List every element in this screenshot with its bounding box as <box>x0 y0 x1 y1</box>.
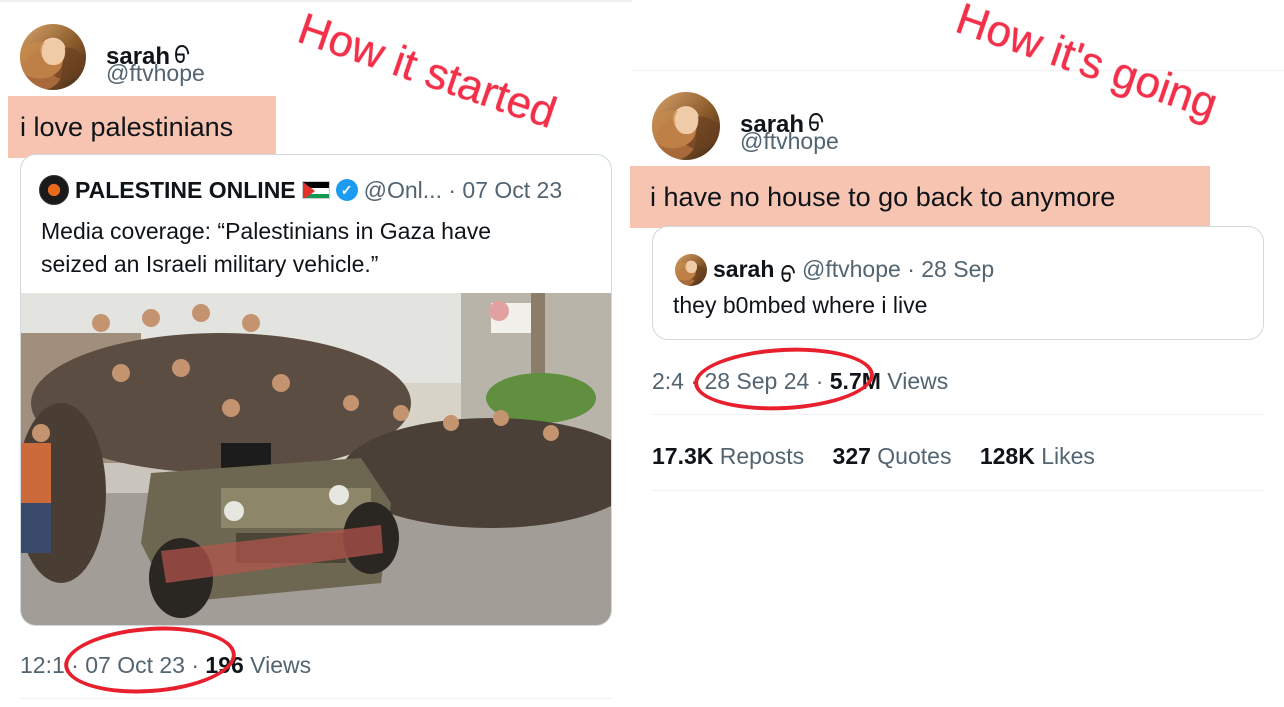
views-label: Views <box>887 368 949 394</box>
quotes-stat[interactable]: 327 Quotes <box>833 443 952 469</box>
post-text: i have no house to go back to anymore <box>630 166 1210 228</box>
engagement-stats: 17.3K Reposts 327 Quotes 128K Likes <box>652 443 1117 470</box>
quoted-author-name: PALESTINE ONLINE <box>75 176 296 203</box>
post-text: i love palestinians <box>8 96 276 158</box>
quoted-post-body: they b0mbed where i live <box>673 292 928 318</box>
views-label: Views <box>250 652 312 678</box>
palestine-flag-icon <box>301 181 330 199</box>
likes-label: Likes <box>1041 443 1095 469</box>
post-time[interactable]: 12:1 <box>20 652 65 678</box>
reposts-label: Reposts <box>719 443 805 469</box>
red-circle-annotation <box>61 621 239 699</box>
quoted-handle-date: @Onl... · 07 Oct 23 <box>363 176 563 203</box>
reposts-count: 17.3K <box>652 443 714 469</box>
divider <box>652 414 1264 415</box>
quoted-post-body: Media coverage: “Palestinians in Gaza ha… <box>41 218 492 277</box>
author-handle[interactable]: @ftvhope <box>106 60 205 87</box>
name-glyph: ᠪ <box>780 262 797 288</box>
likes-count: 128K <box>979 443 1035 469</box>
quoted-post-card[interactable]: PALESTINE ONLINE ✓ @Onl... · 07 Oct 23 M… <box>20 154 612 626</box>
likes-stat[interactable]: 128K Likes <box>980 443 1095 469</box>
quoted-post-header: sarah ᠪ @ftvhope · 28 Sep <box>675 249 994 290</box>
quotes-label: Quotes <box>877 443 952 469</box>
quotes-count: 327 <box>832 443 871 469</box>
post-text-content: i love palestinians <box>20 112 234 142</box>
post-text-content: i have no house to go back to anymore <box>650 182 1116 212</box>
quoted-handle-date: @ftvhope · 28 Sep <box>802 256 995 282</box>
verified-badge-icon: ✓ <box>335 179 358 201</box>
author-avatar[interactable] <box>652 92 720 160</box>
crowd-vehicle-photo <box>21 293 611 625</box>
author-handle[interactable]: @ftvhope <box>740 128 839 155</box>
quoted-avatar <box>675 253 707 286</box>
quoted-author-name: sarah <box>713 256 775 282</box>
divider <box>652 490 1264 491</box>
quoted-post-card[interactable]: sarah ᠪ @ftvhope · 28 Sep they b0mbed wh… <box>652 226 1264 340</box>
quoted-avatar <box>39 175 69 205</box>
divider <box>20 698 612 699</box>
red-circle-annotation <box>692 343 876 415</box>
post-time[interactable]: 2:4 <box>652 368 684 394</box>
quoted-post-header: PALESTINE ONLINE ✓ @Onl... · 07 Oct 23 <box>39 175 562 205</box>
author-avatar[interactable] <box>20 24 86 90</box>
quoted-post-photo[interactable] <box>21 293 611 625</box>
reposts-stat[interactable]: 17.3K Reposts <box>652 443 804 469</box>
